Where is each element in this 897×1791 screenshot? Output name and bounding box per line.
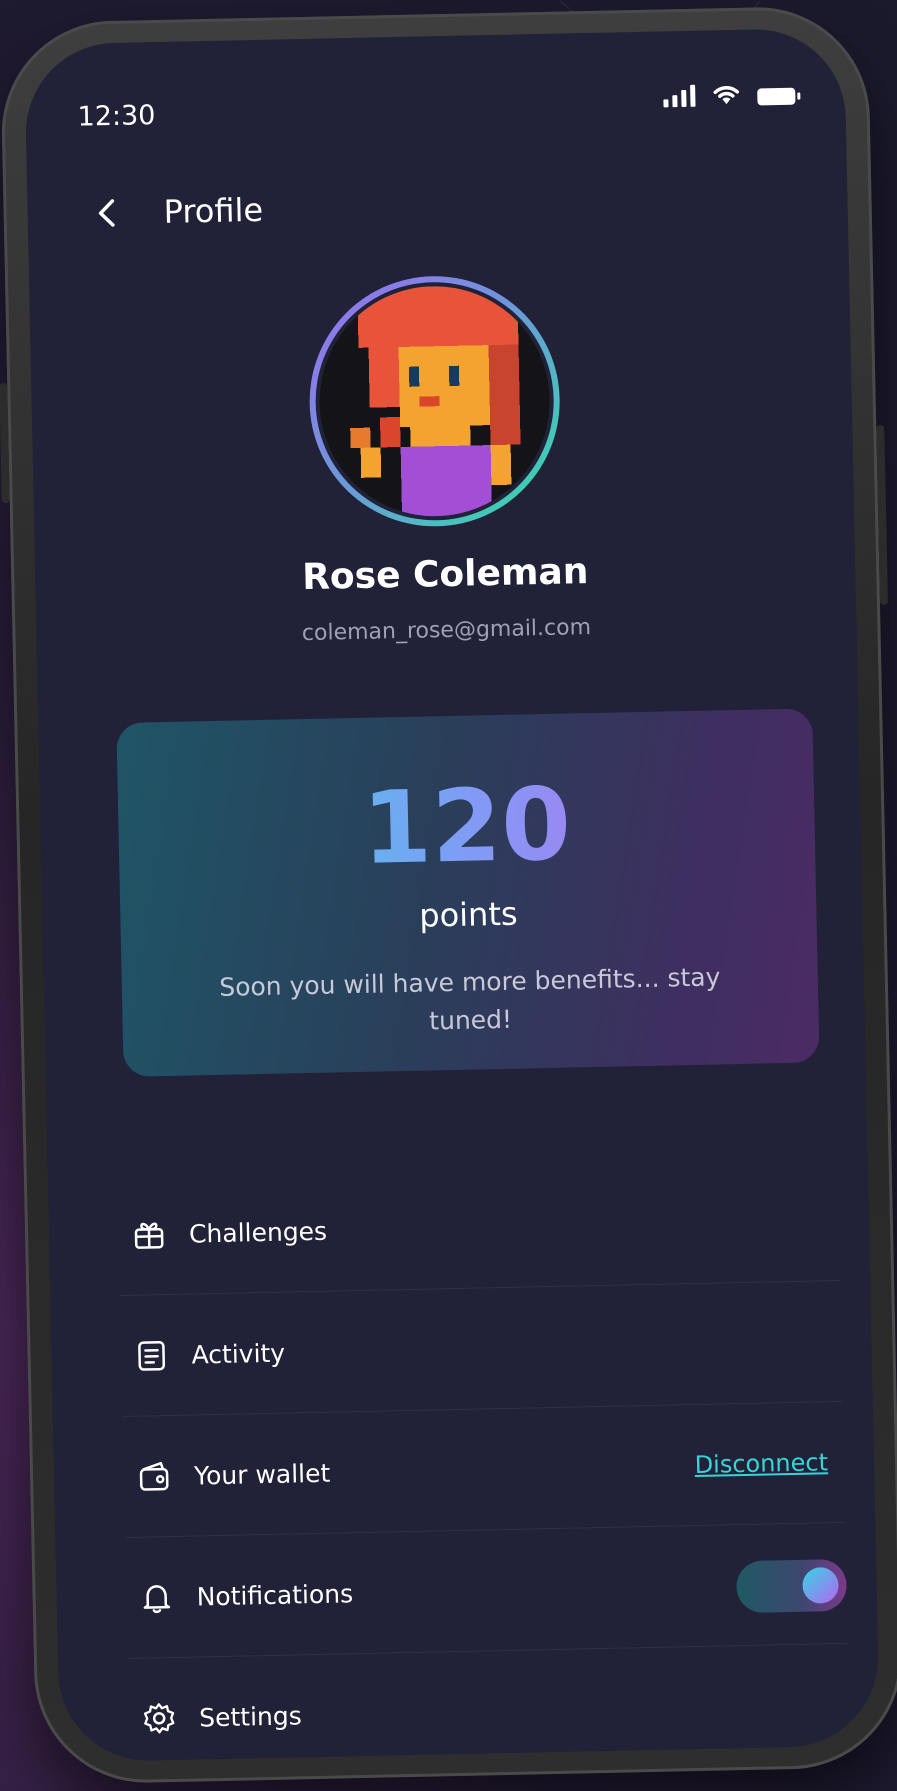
page-title: Profile xyxy=(163,190,264,231)
user-email: coleman_rose@gmail.com xyxy=(301,615,592,647)
menu-item-label: Settings xyxy=(198,1700,302,1732)
disconnect-link[interactable]: Disconnect xyxy=(694,1448,828,1479)
pixel-avatar-icon xyxy=(317,283,553,519)
power-button xyxy=(876,424,889,605)
signal-icon xyxy=(663,84,696,108)
wallet-icon xyxy=(139,1461,169,1491)
points-label: points xyxy=(418,894,518,935)
status-icons xyxy=(663,81,796,108)
gear-icon xyxy=(143,1703,175,1734)
toggle-knob xyxy=(802,1567,839,1604)
back-arrow-icon[interactable] xyxy=(87,193,128,234)
points-card: 120 points Soon you will have more benef… xyxy=(116,708,820,1077)
menu-item-activity[interactable]: Activity xyxy=(120,1280,843,1418)
menu-item-wallet[interactable]: Your wallet Disconnect xyxy=(122,1401,846,1538)
menu-item-label: Challenges xyxy=(188,1216,328,1249)
bell-icon xyxy=(143,1585,171,1614)
document-list-icon xyxy=(138,1340,166,1371)
menu-item-label: Activity xyxy=(191,1338,286,1370)
menu-item-label: Notifications xyxy=(196,1578,354,1611)
battery-icon xyxy=(757,87,796,106)
status-time: 12:30 xyxy=(77,100,156,133)
profile-menu: Challenges Activity Your wallet Disconne… xyxy=(117,1159,851,1763)
phone-frame: 12:30 Profile Rose Coleman coleman_rose@… xyxy=(0,5,897,1785)
menu-item-notifications[interactable]: Notifications xyxy=(125,1522,848,1659)
gift-icon xyxy=(134,1222,164,1249)
phone-screen: 12:30 Profile Rose Coleman coleman_rose@… xyxy=(24,27,880,1763)
points-note: Soon you will have more benefits... stay… xyxy=(219,962,721,1036)
volume-button xyxy=(0,383,10,504)
notifications-toggle[interactable] xyxy=(736,1558,848,1614)
avatar[interactable] xyxy=(307,273,563,529)
header: Profile xyxy=(87,190,264,234)
avatar-inner xyxy=(313,279,557,523)
menu-item-settings[interactable]: Settings xyxy=(127,1643,851,1763)
menu-item-label: Your wallet xyxy=(193,1458,331,1491)
points-value: 120 xyxy=(117,760,815,892)
menu-item-challenges[interactable]: Challenges xyxy=(117,1159,841,1297)
wifi-icon xyxy=(713,85,739,105)
user-name: Rose Coleman xyxy=(301,551,589,599)
